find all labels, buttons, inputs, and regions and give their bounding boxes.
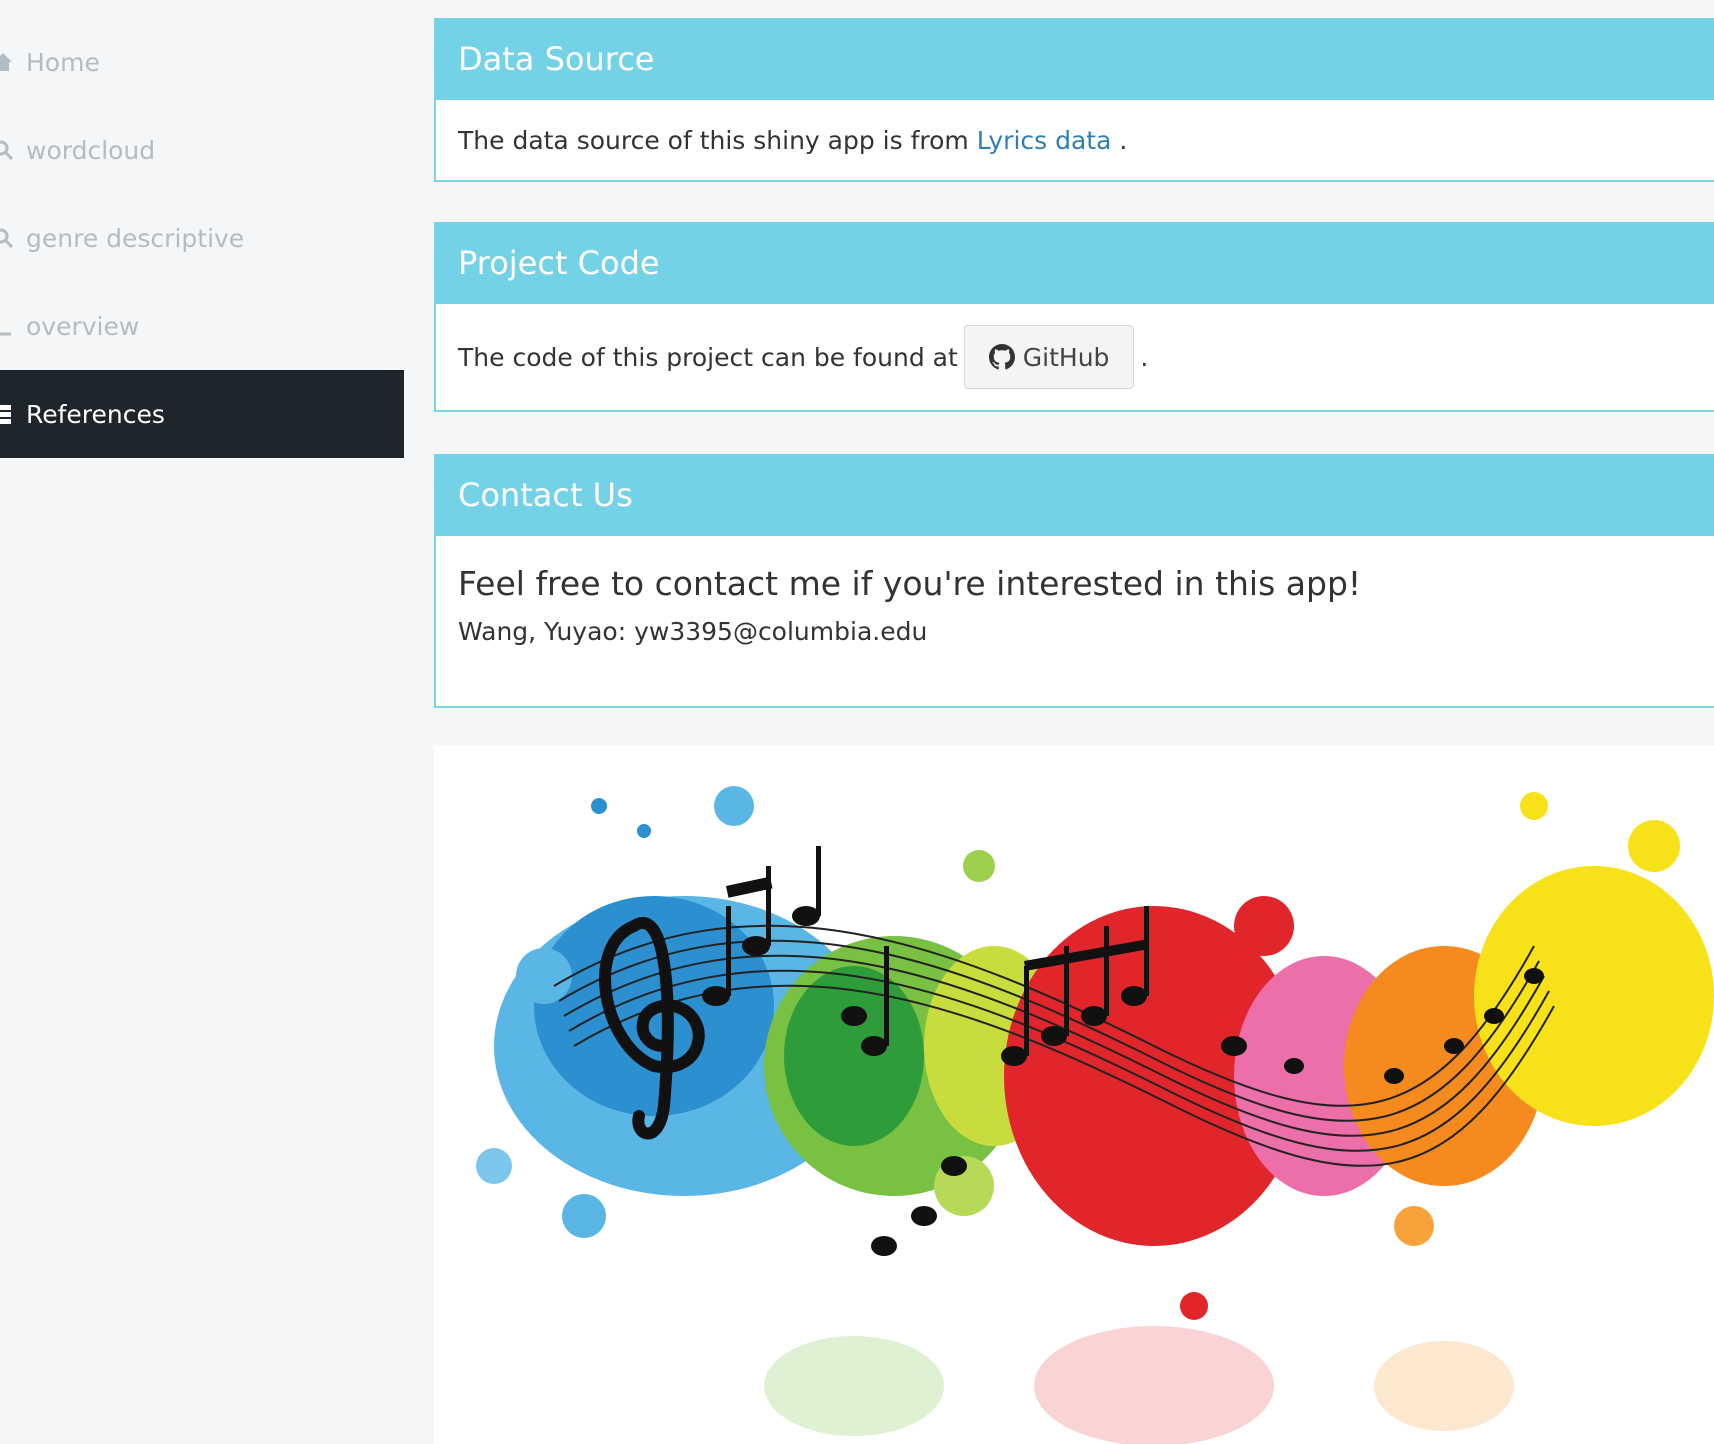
data-source-box: Data Source The data source of this shin… [434, 18, 1714, 182]
paint-splash-music-image [434, 746, 1714, 1444]
data-source-title: Data Source [436, 18, 1714, 100]
chart-icon [0, 311, 14, 341]
home-icon [0, 47, 14, 77]
github-icon [988, 344, 1015, 370]
data-source-body: The data source of this shiny app is fro… [436, 100, 1714, 180]
sidebar-item-home[interactable]: Home [0, 18, 404, 106]
github-button-label: GitHub [1022, 342, 1110, 372]
sidebar-item-label: Home [26, 47, 100, 77]
search-icon [0, 135, 14, 165]
contact-title: Contact Us [436, 454, 1714, 536]
github-button[interactable]: GitHub [963, 325, 1135, 389]
sidebar-item-label: genre descriptive [26, 223, 245, 253]
sidebar-item-overview[interactable]: overview [0, 282, 404, 370]
data-source-text: The data source of this shiny app is fro… [458, 125, 969, 155]
lyrics-data-link[interactable]: Lyrics data [977, 126, 1112, 155]
search-icon [0, 223, 14, 253]
contact-body: Feel free to contact me if you're intere… [436, 536, 1714, 646]
data-source-period: . [1119, 125, 1128, 155]
sidebar-item-wordcloud[interactable]: wordcloud [0, 106, 404, 194]
contact-heading: Feel free to contact me if you're intere… [458, 564, 1362, 603]
list-icon [0, 399, 14, 429]
sidebar-item-label: References [26, 399, 165, 429]
project-code-text: The code of this project can be found at [458, 342, 958, 372]
sidebar-item-label: wordcloud [26, 135, 156, 165]
sidebar-item-genre-descriptive[interactable]: genre descriptive [0, 194, 404, 282]
project-code-period: . [1140, 342, 1149, 372]
project-code-box: Project Code The code of this project ca… [434, 222, 1714, 412]
contact-email: Wang, Yuyao: yw3395@columbia.edu [458, 617, 928, 646]
sidebar: Home wordcloud genre descriptive overvie… [0, 0, 404, 1444]
sidebar-item-references[interactable]: References [0, 370, 404, 458]
project-code-title: Project Code [436, 222, 1714, 304]
project-code-body: The code of this project can be found at… [436, 304, 1714, 410]
sidebar-item-label: overview [26, 311, 140, 341]
contact-box: Contact Us Feel free to contact me if yo… [434, 454, 1714, 708]
